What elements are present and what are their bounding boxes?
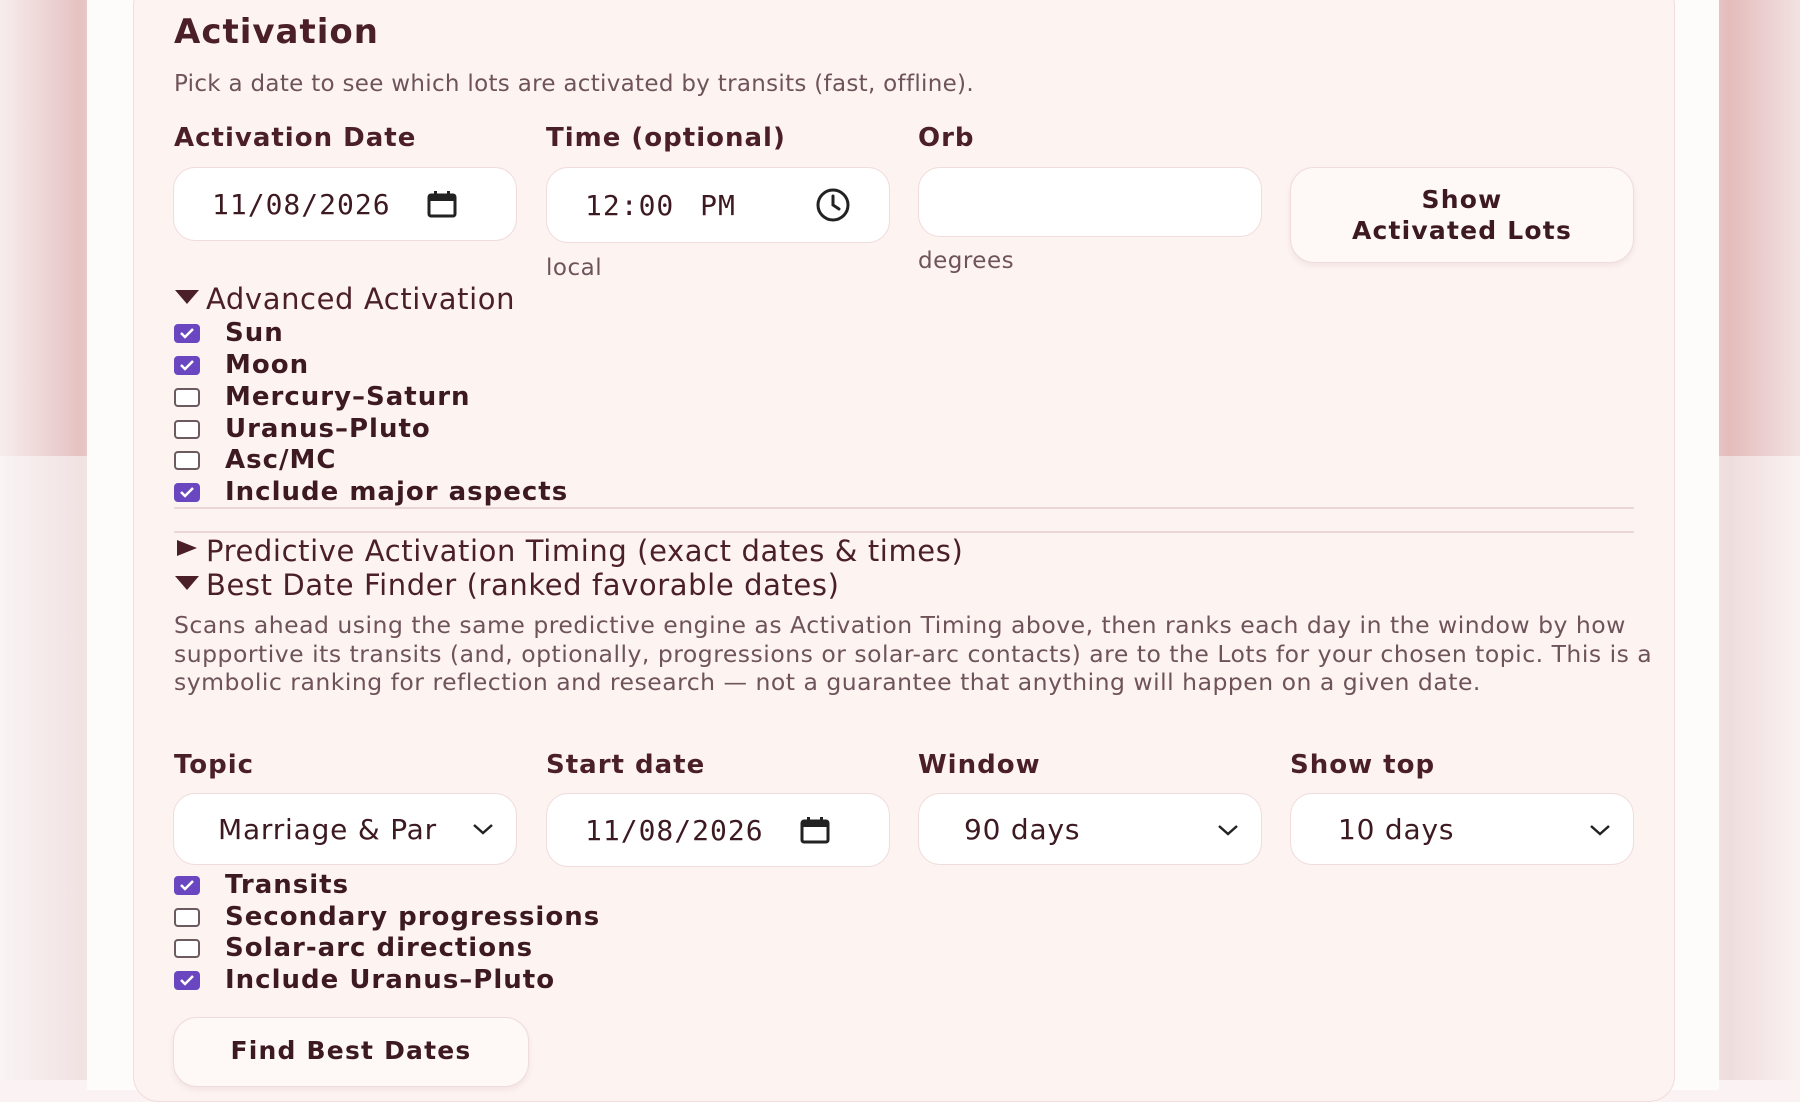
- option-label: Asc/MC: [225, 445, 337, 475]
- start-date-value: 11/08/2026: [585, 813, 764, 847]
- start-date-label: Start date: [546, 750, 706, 780]
- time-input[interactable]: 12:00 PM: [546, 167, 890, 243]
- section-subtitle: Pick a date to see which lots are activa…: [174, 71, 974, 97]
- option-mercury-saturn[interactable]: Mercury–Saturn: [174, 382, 471, 412]
- disclosure-open-icon: [174, 573, 206, 598]
- best-date-finder-toggle[interactable]: Best Date Finder (ranked favorable dates…: [174, 568, 840, 602]
- calendar-icon[interactable]: [800, 816, 830, 844]
- show-activated-lots-button[interactable]: Show Activated Lots: [1290, 167, 1634, 263]
- topic-select[interactable]: Marriage & Par: [173, 793, 517, 865]
- checkbox-major-aspects[interactable]: [174, 482, 200, 502]
- window-value: 90 days: [964, 812, 1081, 846]
- checkbox-moon[interactable]: [174, 355, 200, 375]
- checkbox-mercury-saturn[interactable]: [174, 387, 200, 407]
- checkbox-transits[interactable]: [174, 875, 200, 895]
- option-major-aspects[interactable]: Include major aspects: [174, 477, 568, 507]
- option-label: Uranus–Pluto: [225, 414, 431, 444]
- checkbox-secondary-progressions[interactable]: [174, 907, 200, 927]
- option-include-uranus-pluto[interactable]: Include Uranus–Pluto: [174, 965, 555, 995]
- orb-label: Orb: [918, 123, 975, 153]
- checkbox-uranus-pluto[interactable]: [174, 419, 200, 439]
- show-top-label: Show top: [1290, 750, 1436, 780]
- window-select[interactable]: 90 days: [918, 793, 1262, 865]
- option-sun[interactable]: Sun: [174, 318, 284, 348]
- orb-input[interactable]: [918, 167, 1262, 237]
- topic-value: Marriage & Par: [218, 812, 437, 846]
- activation-date-label: Activation Date: [174, 123, 417, 153]
- activation-date-value: 11/08/2026: [212, 187, 391, 221]
- divider: [174, 531, 1634, 533]
- checkbox-sun[interactable]: [174, 323, 200, 343]
- option-label: Secondary progressions: [225, 902, 601, 932]
- disclosure-closed-icon: [174, 538, 206, 564]
- option-solar-arc[interactable]: Solar-arc directions: [174, 933, 533, 963]
- chevron-down-icon: [472, 822, 494, 836]
- predictive-timing-toggle[interactable]: Predictive Activation Timing (exact date…: [174, 534, 963, 568]
- best-date-description: Scans ahead using the same predictive en…: [174, 611, 1653, 696]
- show-button-line1: Show: [1421, 185, 1503, 214]
- advanced-activation-toggle[interactable]: Advanced Activation: [174, 282, 515, 316]
- option-secondary-progressions[interactable]: Secondary progressions: [174, 902, 600, 932]
- window-label: Window: [918, 750, 1041, 780]
- divider: [174, 507, 1634, 509]
- chevron-down-icon: [1217, 823, 1239, 837]
- option-label: Solar-arc directions: [225, 933, 534, 963]
- time-value: 12:00 PM: [585, 188, 736, 222]
- option-transits[interactable]: Transits: [174, 870, 349, 900]
- start-date-input[interactable]: 11/08/2026: [546, 793, 890, 867]
- option-moon[interactable]: Moon: [174, 350, 309, 380]
- option-label: Include Uranus–Pluto: [225, 965, 556, 995]
- option-label: Mercury–Saturn: [225, 382, 471, 412]
- checkbox-solar-arc[interactable]: [174, 938, 200, 958]
- topic-label: Topic: [174, 750, 255, 780]
- option-asc-mc[interactable]: Asc/MC: [174, 445, 336, 475]
- time-hint: local: [546, 255, 603, 281]
- checkbox-asc-mc[interactable]: [174, 450, 200, 470]
- activation-date-input[interactable]: 11/08/2026: [173, 167, 517, 241]
- clock-icon[interactable]: [815, 187, 851, 223]
- option-label: Moon: [225, 350, 310, 380]
- show-top-value: 10 days: [1338, 812, 1455, 846]
- section-title: Activation: [174, 12, 379, 52]
- disclosure-open-icon: [174, 287, 206, 312]
- find-best-dates-button[interactable]: Find Best Dates: [173, 1017, 529, 1087]
- option-uranus-pluto[interactable]: Uranus–Pluto: [174, 414, 431, 444]
- show-top-select[interactable]: 10 days: [1290, 793, 1634, 865]
- option-label: Sun: [225, 318, 284, 348]
- best-date-finder-label: Best Date Finder (ranked favorable dates…: [206, 568, 840, 602]
- show-button-line2: Activated Lots: [1351, 216, 1573, 245]
- advanced-activation-label: Advanced Activation: [206, 282, 516, 316]
- option-label: Transits: [225, 870, 350, 900]
- chevron-down-icon: [1589, 823, 1611, 837]
- time-label: Time (optional): [546, 123, 786, 153]
- option-label: Include major aspects: [225, 477, 569, 507]
- checkbox-include-uranus-pluto[interactable]: [174, 970, 200, 990]
- calendar-icon[interactable]: [427, 190, 457, 218]
- find-best-dates-label: Find Best Dates: [230, 1036, 472, 1065]
- predictive-timing-label: Predictive Activation Timing (exact date…: [206, 534, 964, 568]
- orb-hint: degrees: [918, 248, 1015, 274]
